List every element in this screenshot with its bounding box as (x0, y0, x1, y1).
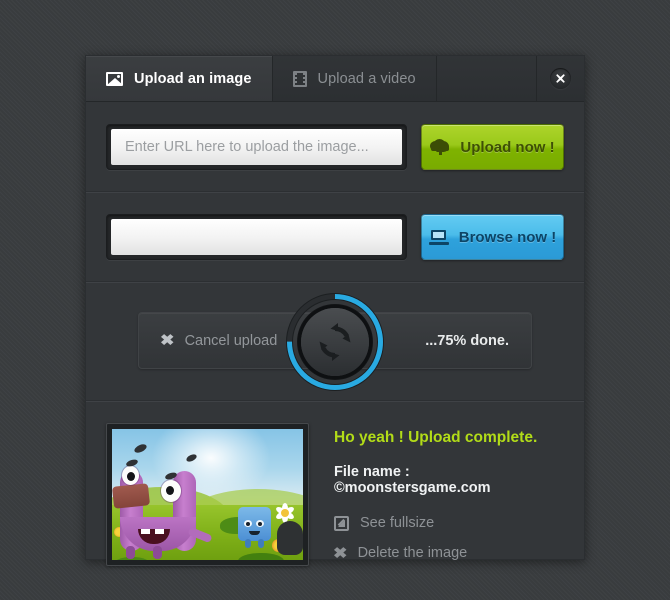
upload-complete-message: Ho yeah ! Upload complete. (334, 429, 538, 446)
close-x-icon: ✖ (333, 544, 348, 562)
progress-status-text: ...75% done. (425, 332, 509, 349)
see-fullsize-label: See fullsize (360, 515, 435, 531)
upload-dialog: Upload an image Upload a video Enter URL… (85, 55, 585, 566)
cancel-upload-button[interactable]: ✖ Cancel upload (160, 332, 278, 349)
laptop-icon (428, 229, 449, 245)
upload-progress-section: ✖ Cancel upload ...75% done. (86, 282, 584, 401)
tab-upload-an-image-label: Upload an image (134, 70, 252, 87)
close-icon (556, 74, 565, 83)
dialog-tabbar: Upload an image Upload a video (86, 56, 584, 102)
cloud-upload-icon (430, 139, 450, 155)
dark-character (277, 521, 303, 555)
film-icon (292, 70, 307, 87)
browse-upload-section: Browse now ! (86, 192, 584, 282)
tab-upload-a-video[interactable]: Upload a video (272, 56, 437, 101)
url-input-wrapper (106, 124, 407, 170)
delete-image-label: Delete the image (357, 545, 468, 561)
uploaded-image-thumbnail (112, 429, 303, 560)
cancel-upload-label: Cancel upload (184, 332, 278, 349)
file-path-input[interactable] (111, 219, 402, 255)
blue-cube-character (238, 507, 271, 548)
tab-upload-a-video-label: Upload a video (317, 70, 416, 87)
tab-upload-an-image[interactable]: Upload an image (86, 56, 273, 101)
url-upload-section: Upload now ! (86, 102, 584, 192)
circular-progress-indicator (286, 292, 384, 391)
thumbnail-frame[interactable] (106, 423, 309, 566)
fullsize-arrow-icon (334, 515, 349, 531)
upload-result-section: Ho yeah ! Upload complete. File name : ©… (86, 401, 584, 600)
upload-now-button-label: Upload now ! (460, 138, 555, 156)
close-x-icon: ✖ (160, 332, 175, 349)
upload-now-button[interactable]: Upload now ! (421, 124, 564, 170)
url-input[interactable] (111, 129, 402, 165)
result-details: Ho yeah ! Upload complete. File name : ©… (333, 423, 564, 575)
file-input-wrapper (106, 214, 407, 260)
image-icon (106, 71, 123, 86)
close-button-cell (537, 56, 584, 101)
delete-image-button[interactable]: ✖ Delete the image (333, 544, 564, 562)
purple-monster-character (112, 458, 213, 559)
browse-now-button-label: Browse now ! (458, 228, 557, 246)
tabbar-filler (436, 56, 537, 101)
browse-now-button[interactable]: Browse now ! (421, 214, 564, 260)
see-fullsize-button[interactable]: See fullsize (334, 515, 564, 531)
file-name-label: File name : ©moonstersgame.com (334, 464, 491, 496)
close-button[interactable] (550, 68, 571, 89)
